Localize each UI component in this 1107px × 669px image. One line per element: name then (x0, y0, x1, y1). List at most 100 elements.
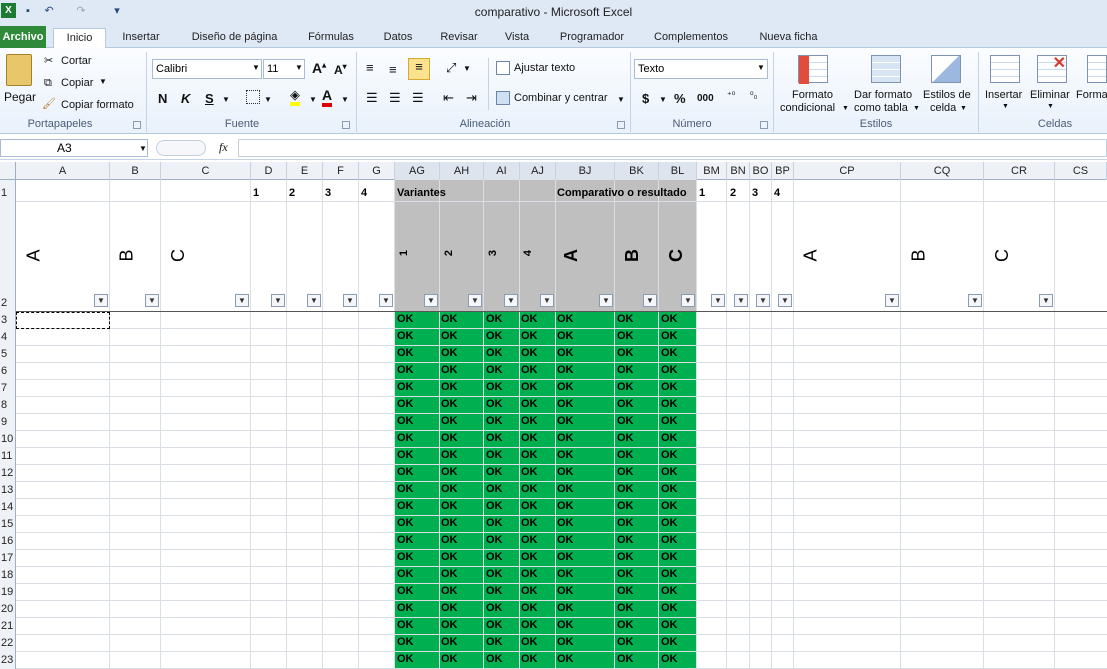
cell-f1[interactable]: 3 (325, 187, 331, 199)
ok-cell[interactable]: OK (521, 568, 538, 580)
ok-cell[interactable]: OK (521, 415, 538, 427)
ok-cell[interactable]: OK (521, 534, 538, 546)
chevron-down-icon[interactable]: ▼ (842, 105, 849, 112)
tab-vista[interactable]: Vista (497, 28, 537, 48)
conditional-format-label[interactable]: Formato (792, 89, 833, 101)
row-header[interactable]: 18 (0, 569, 16, 584)
column-header-c[interactable]: C (161, 162, 251, 180)
ok-cell[interactable]: OK (661, 619, 678, 631)
row-header[interactable]: 8 (0, 399, 16, 414)
ok-cell[interactable]: OK (661, 466, 678, 478)
row-header[interactable]: 23 (0, 654, 16, 669)
ok-cell[interactable]: OK (661, 432, 678, 444)
column-header-g[interactable]: G (359, 162, 395, 180)
ok-cell[interactable]: OK (661, 347, 678, 359)
insert-cells-icon[interactable] (990, 55, 1020, 83)
ok-cell[interactable]: OK (557, 347, 574, 359)
italic-button[interactable]: K (181, 91, 190, 106)
filter-dropdown-button[interactable]: ▼ (540, 294, 554, 307)
chevron-down-icon[interactable]: ▼ (252, 63, 260, 72)
number-launcher-icon[interactable] (760, 121, 768, 129)
column-header-bk[interactable]: BK (615, 162, 659, 180)
ok-cell[interactable]: OK (557, 432, 574, 444)
ok-cell[interactable]: OK (521, 398, 538, 410)
ok-cell[interactable]: OK (397, 364, 414, 376)
currency-button[interactable]: $ (642, 91, 649, 106)
row-header[interactable]: 15 (0, 518, 16, 533)
ok-cell[interactable]: OK (557, 636, 574, 648)
ok-cell[interactable]: OK (617, 381, 634, 393)
ok-cell[interactable]: OK (557, 381, 574, 393)
ok-cell[interactable]: OK (397, 636, 414, 648)
filter-dropdown-button[interactable]: ▼ (756, 294, 770, 307)
select-all-corner[interactable] (0, 162, 16, 180)
ok-cell[interactable]: OK (521, 449, 538, 461)
row-header[interactable]: 3 (0, 314, 16, 329)
ok-cell[interactable]: OK (521, 619, 538, 631)
ok-cell[interactable]: OK (397, 585, 414, 597)
ok-cell[interactable]: OK (441, 466, 458, 478)
ok-cell[interactable]: OK (397, 347, 414, 359)
ok-cell[interactable]: OK (521, 585, 538, 597)
ok-cell[interactable]: OK (521, 330, 538, 342)
cell-styles-icon[interactable] (931, 55, 961, 83)
row-header[interactable]: 1 (0, 187, 16, 202)
ok-cell[interactable]: OK (441, 551, 458, 563)
ok-cell[interactable]: OK (486, 381, 503, 393)
copy-dropdown-icon[interactable]: ▼ (99, 77, 107, 86)
ok-cell[interactable]: OK (617, 619, 634, 631)
thousands-button[interactable]: 000 (697, 93, 714, 104)
cell-ag2[interactable]: 1 (398, 250, 410, 256)
clipboard-launcher-icon[interactable] (133, 121, 141, 129)
ok-cell[interactable]: OK (617, 568, 634, 580)
ok-cell[interactable]: OK (486, 653, 503, 665)
font-launcher-icon[interactable] (342, 121, 350, 129)
tab-diseno[interactable]: Diseño de página (181, 28, 288, 48)
ok-cell[interactable]: OK (486, 551, 503, 563)
ok-cell[interactable]: OK (397, 551, 414, 563)
ok-cell[interactable]: OK (557, 585, 574, 597)
ok-cell[interactable]: OK (486, 568, 503, 580)
ok-cell[interactable]: OK (397, 313, 414, 325)
cell-cr2[interactable]: C (992, 249, 1013, 262)
ok-cell[interactable]: OK (397, 330, 414, 342)
fill-dropdown-icon[interactable]: ▼ (309, 95, 317, 104)
ok-cell[interactable]: OK (521, 432, 538, 444)
ok-cell[interactable]: OK (397, 568, 414, 580)
ok-cell[interactable]: OK (557, 483, 574, 495)
ok-cell[interactable]: OK (397, 653, 414, 665)
ok-cell[interactable]: OK (397, 466, 414, 478)
ok-cell[interactable]: OK (557, 313, 574, 325)
row-header[interactable]: 22 (0, 637, 16, 652)
filter-dropdown-button[interactable]: ▼ (885, 294, 899, 307)
ok-cell[interactable]: OK (617, 313, 634, 325)
chevron-down-icon[interactable]: ▼ (295, 63, 303, 72)
ok-cell[interactable]: OK (617, 551, 634, 563)
cell-bp1[interactable]: 4 (774, 187, 780, 199)
cell-a2[interactable]: A (24, 249, 45, 261)
ok-cell[interactable]: OK (441, 364, 458, 376)
ok-cell[interactable]: OK (557, 517, 574, 529)
borders-dropdown-icon[interactable]: ▼ (264, 95, 272, 104)
ok-cell[interactable]: OK (441, 347, 458, 359)
ok-cell[interactable]: OK (521, 483, 538, 495)
ok-cell[interactable]: OK (617, 653, 634, 665)
ok-cell[interactable]: OK (521, 313, 538, 325)
chevron-down-icon[interactable]: ▼ (757, 63, 765, 72)
ok-cell[interactable]: OK (441, 313, 458, 325)
ok-cell[interactable]: OK (441, 432, 458, 444)
ok-cell[interactable]: OK (557, 449, 574, 461)
column-header-bo[interactable]: BO (750, 162, 772, 180)
align-center-icon[interactable]: ☰ (389, 90, 401, 106)
tab-complementos[interactable]: Complementos (646, 28, 736, 48)
tab-inicio[interactable]: Inicio (53, 28, 106, 49)
delete-cells-button[interactable]: Eliminar (1030, 89, 1070, 101)
cell-c2[interactable]: C (168, 249, 189, 262)
filter-dropdown-button[interactable]: ▼ (145, 294, 159, 307)
ok-cell[interactable]: OK (521, 347, 538, 359)
grow-font-icon[interactable]: A▴ (312, 60, 326, 76)
row-header[interactable]: 14 (0, 501, 16, 516)
ok-cell[interactable]: OK (486, 619, 503, 631)
format-painter-button[interactable]: Copiar formato (61, 99, 134, 111)
ok-cell[interactable]: OK (486, 364, 503, 376)
